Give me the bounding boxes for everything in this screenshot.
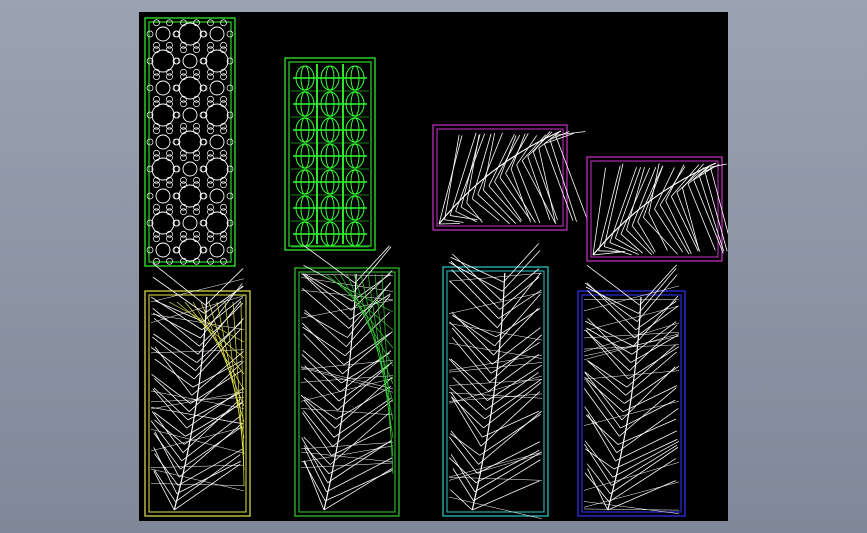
panel-circle-lattice[interactable]	[144, 17, 236, 267]
panel-leaf-cyan[interactable]	[442, 243, 549, 520]
drawing-canvas[interactable]	[139, 12, 728, 521]
panel-leaf-green[interactable]	[294, 245, 400, 517]
panel-leaf-magenta-1[interactable]	[432, 124, 588, 231]
cad-viewport[interactable]	[139, 12, 728, 521]
panel-leaf-blue[interactable]	[577, 264, 686, 517]
panel-leaf-yellow[interactable]	[144, 263, 251, 517]
panel-green-ornament[interactable]	[284, 57, 376, 251]
panel-leaf-magenta-2[interactable]	[586, 156, 728, 262]
